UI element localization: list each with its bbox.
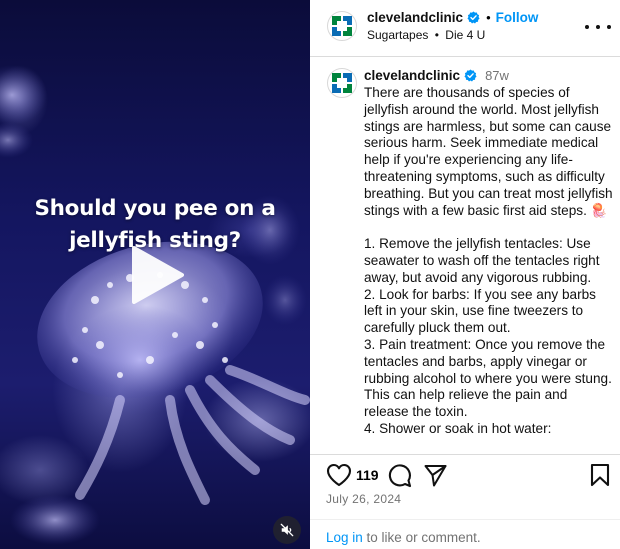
post-date: July 26, 2024	[326, 492, 402, 506]
more-options-button[interactable]	[585, 19, 611, 35]
caption-scroll-area[interactable]: clevelandclinic 87w There are thousands …	[310, 58, 620, 454]
header-username-row: clevelandclinic • Follow	[367, 10, 538, 25]
reel-video[interactable]: Should you pee on a jellyfish sting?	[0, 0, 310, 549]
paper-plane-icon[interactable]	[423, 463, 448, 488]
cleveland-clinic-logo-icon	[332, 16, 352, 36]
audio-separator: •	[434, 28, 439, 42]
more-options-icon-dot	[607, 25, 611, 29]
verified-badge-icon	[467, 11, 480, 24]
caption-header: clevelandclinic 87w	[364, 68, 509, 83]
avatar[interactable]	[327, 11, 357, 41]
login-prompt-text: Log in to like or comment.	[326, 530, 481, 545]
more-options-icon-dot	[596, 25, 600, 29]
header-separator: •	[486, 10, 491, 25]
audio-attribution[interactable]: Sugartapes • Die 4 U	[367, 28, 485, 42]
mute-toggle-button[interactable]	[273, 516, 301, 544]
login-prompt: Log in to like or comment.	[310, 519, 620, 549]
post-details-panel: clevelandclinic • Follow Sugartapes • Di…	[310, 0, 620, 549]
post-header: clevelandclinic • Follow Sugartapes • Di…	[310, 0, 620, 57]
bookmark-icon[interactable]	[589, 463, 611, 487]
more-options-icon-dot	[585, 25, 589, 29]
caption-username[interactable]: clevelandclinic	[364, 68, 460, 83]
post-caption-text: There are thousands of species of jellyf…	[364, 85, 613, 436]
audio-artist: Sugartapes	[367, 28, 429, 42]
header-username[interactable]: clevelandclinic	[367, 10, 463, 25]
avatar[interactable]	[327, 68, 357, 98]
cleveland-clinic-logo-icon	[332, 73, 352, 93]
login-prompt-rest: to like or comment.	[362, 530, 481, 545]
play-button[interactable]	[124, 242, 190, 308]
login-link[interactable]: Log in	[326, 530, 363, 545]
muted-speaker-icon	[280, 523, 294, 537]
comment-bubble-icon[interactable]	[387, 463, 412, 488]
likes-count[interactable]: 119	[356, 467, 379, 483]
heart-icon[interactable]	[326, 463, 352, 487]
post-time-ago[interactable]: 87w	[485, 68, 509, 83]
play-icon	[132, 246, 184, 304]
video-caption-line-1: Should you pee on a	[34, 196, 276, 221]
post-actions: 119 July 26, 2024 Log in to like or comm…	[310, 454, 620, 549]
verified-badge-icon	[464, 69, 477, 82]
audio-track: Die 4 U	[445, 28, 486, 42]
follow-button[interactable]: Follow	[496, 10, 539, 25]
